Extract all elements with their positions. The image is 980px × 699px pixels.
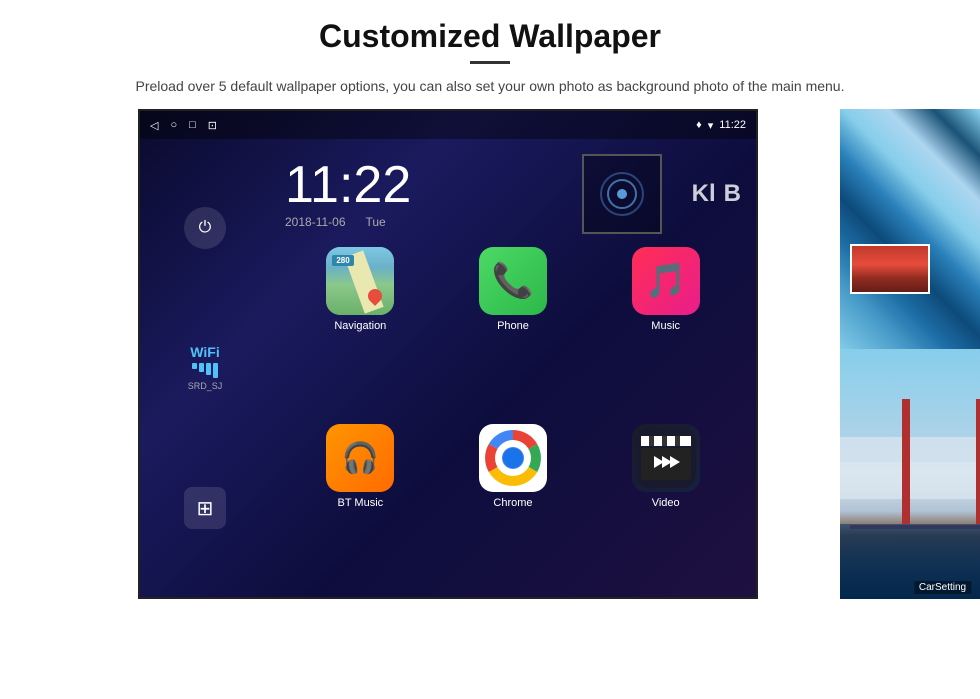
home-icon: ○ [170,119,177,131]
title-divider [470,61,510,64]
app-label-navigation: Navigation [334,320,386,332]
video-icon [632,424,700,492]
clock-area: 11:22 2018-11-06 Tue Kl [270,139,756,239]
ring-mid [607,179,637,209]
bridge-photo: CarSetting [840,349,980,599]
app-item-navigation[interactable]: 280 Navigation [290,247,431,412]
status-bar: ◁ ○ □ ⊡ ♦ ▾ 11:22 [140,111,756,139]
power-button[interactable]: ⏻ [184,207,226,249]
navigation-icon: 280 [326,247,394,315]
nav-map: 280 [326,247,394,315]
signal-inner [598,170,646,218]
main-content: 11:22 2018-11-06 Tue Kl [270,139,756,597]
wifi-bar-1 [192,363,197,369]
signal-widget [582,154,662,234]
power-icon: ⏻ [199,219,212,237]
page-description: Preload over 5 default wallpaper options… [60,76,920,97]
b-letter: B [724,180,741,208]
app-item-phone[interactable]: 📞 Phone [443,247,584,412]
status-time: 11:22 [719,119,746,131]
ice-photo [840,109,980,354]
bridge-photo-container: CarSetting [840,349,980,599]
small-preview-photo [850,244,930,294]
date-value: 2018-11-06 [285,215,346,229]
page-header: Customized Wallpaper Preload over 5 defa… [0,0,980,109]
wifi-status-icon: ▾ [708,119,714,132]
phone-icon: 📞 [479,247,547,315]
app-label-bt-music: BT Music [338,497,384,509]
nav-badge: 280 [332,255,353,266]
fog [840,437,980,500]
app-item-video[interactable]: Video [595,424,736,589]
chrome-svg [484,429,542,487]
overlay-photos: CarSetting [855,109,980,599]
grid-icon: ⊞ [197,496,214,521]
app-label-music: Music [651,320,680,332]
wifi-ssid: SRD_SJ [188,381,223,391]
clock-time: 11:22 [285,159,562,211]
wifi-bar-2 [199,363,204,372]
video-svg [636,428,696,488]
app-label-video: Video [652,497,680,509]
clock-date: 2018-11-06 Tue [285,215,562,229]
wifi-bar-3 [206,363,211,375]
status-right: ♦ ▾ 11:22 [696,119,746,132]
status-left: ◁ ○ □ ⊡ [150,119,217,132]
app-item-music[interactable]: 🎵 Music [595,247,736,412]
app-item-bt-music[interactable]: 🎧 BT Music [290,424,431,589]
location-icon: ♦ [696,119,702,131]
carsetting-label: CarSetting [914,581,971,594]
wifi-bar-4 [213,363,218,378]
day-value: Tue [366,215,386,229]
back-icon: ◁ [150,119,158,132]
screenshot-icon: ⊡ [208,119,217,132]
tower-left [902,399,910,524]
kl-icons: Kl B [692,180,741,208]
chrome-icon [479,424,547,492]
phone-symbol: 📞 [492,261,534,301]
music-symbol: 🎵 [644,261,686,301]
app-label-chrome: Chrome [493,497,532,509]
left-sidebar: ⏻ WiFi SRD_SJ ⊞ [140,139,270,597]
app-label-phone: Phone [497,320,529,332]
apps-grid-button[interactable]: ⊞ [184,487,226,529]
tower-right [976,399,980,524]
phone-mockup: ◁ ○ □ ⊡ ♦ ▾ 11:22 ⏻ WiFi [100,109,880,599]
android-screen: ◁ ○ □ ⊡ ♦ ▾ 11:22 ⏻ WiFi [138,109,758,599]
bluetooth-symbol: 🎧 [342,441,379,476]
kl-letter: Kl [692,180,716,208]
wifi-bars [188,363,223,378]
recents-icon: □ [189,119,196,131]
building-photo [852,246,928,292]
ice-gradient [840,109,980,354]
app-grid: 280 Navigation 📞 Phone 🎵 [270,239,756,597]
wifi-label: WiFi [188,344,223,360]
bt-music-icon: 🎧 [326,424,394,492]
clock-display: 11:22 2018-11-06 Tue [285,159,562,229]
page-title: Customized Wallpaper [60,18,920,55]
ice-photo-container [840,109,980,354]
app-item-chrome[interactable]: Chrome [443,424,584,589]
music-icon: 🎵 [632,247,700,315]
wifi-widget[interactable]: WiFi SRD_SJ [188,344,223,391]
